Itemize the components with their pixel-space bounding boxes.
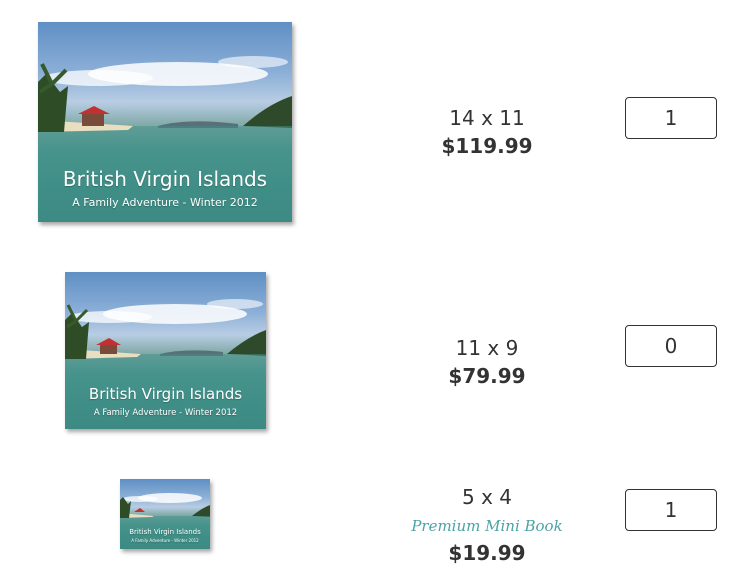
product-size: 5 x 4 bbox=[462, 485, 512, 509]
cover-photo bbox=[65, 299, 266, 429]
product-size: 14 x 11 bbox=[449, 106, 525, 130]
cover-title: British Virgin Islands bbox=[88, 385, 243, 403]
book-cover-11x9: British Virgin Islands A Family Adventur… bbox=[65, 272, 266, 429]
cover-title: British Virgin Islands bbox=[62, 167, 268, 191]
cover-photo bbox=[38, 56, 292, 222]
product-price: $119.99 bbox=[441, 134, 533, 158]
cover-title: British Virgin Islands bbox=[129, 528, 201, 536]
quantity-input[interactable] bbox=[625, 489, 717, 531]
cover-subtitle: A Family Adventure - Winter 2012 bbox=[131, 538, 199, 543]
product-price: $19.99 bbox=[448, 541, 526, 565]
product-label: Premium Mini Book bbox=[411, 517, 563, 535]
cover-subtitle: A Family Adventure - Winter 2012 bbox=[93, 408, 238, 418]
book-cover-14x11: British Virgin Islands A Family Adventur… bbox=[38, 22, 292, 222]
product-size: 11 x 9 bbox=[455, 336, 519, 360]
product-price: $79.99 bbox=[448, 364, 526, 388]
book-cover-5x4: British Virgin Islands A Family Adventur… bbox=[120, 479, 210, 549]
cover-subtitle: A Family Adventure - Winter 2012 bbox=[72, 196, 258, 209]
quantity-input[interactable] bbox=[625, 325, 717, 367]
quantity-input[interactable] bbox=[625, 97, 717, 139]
